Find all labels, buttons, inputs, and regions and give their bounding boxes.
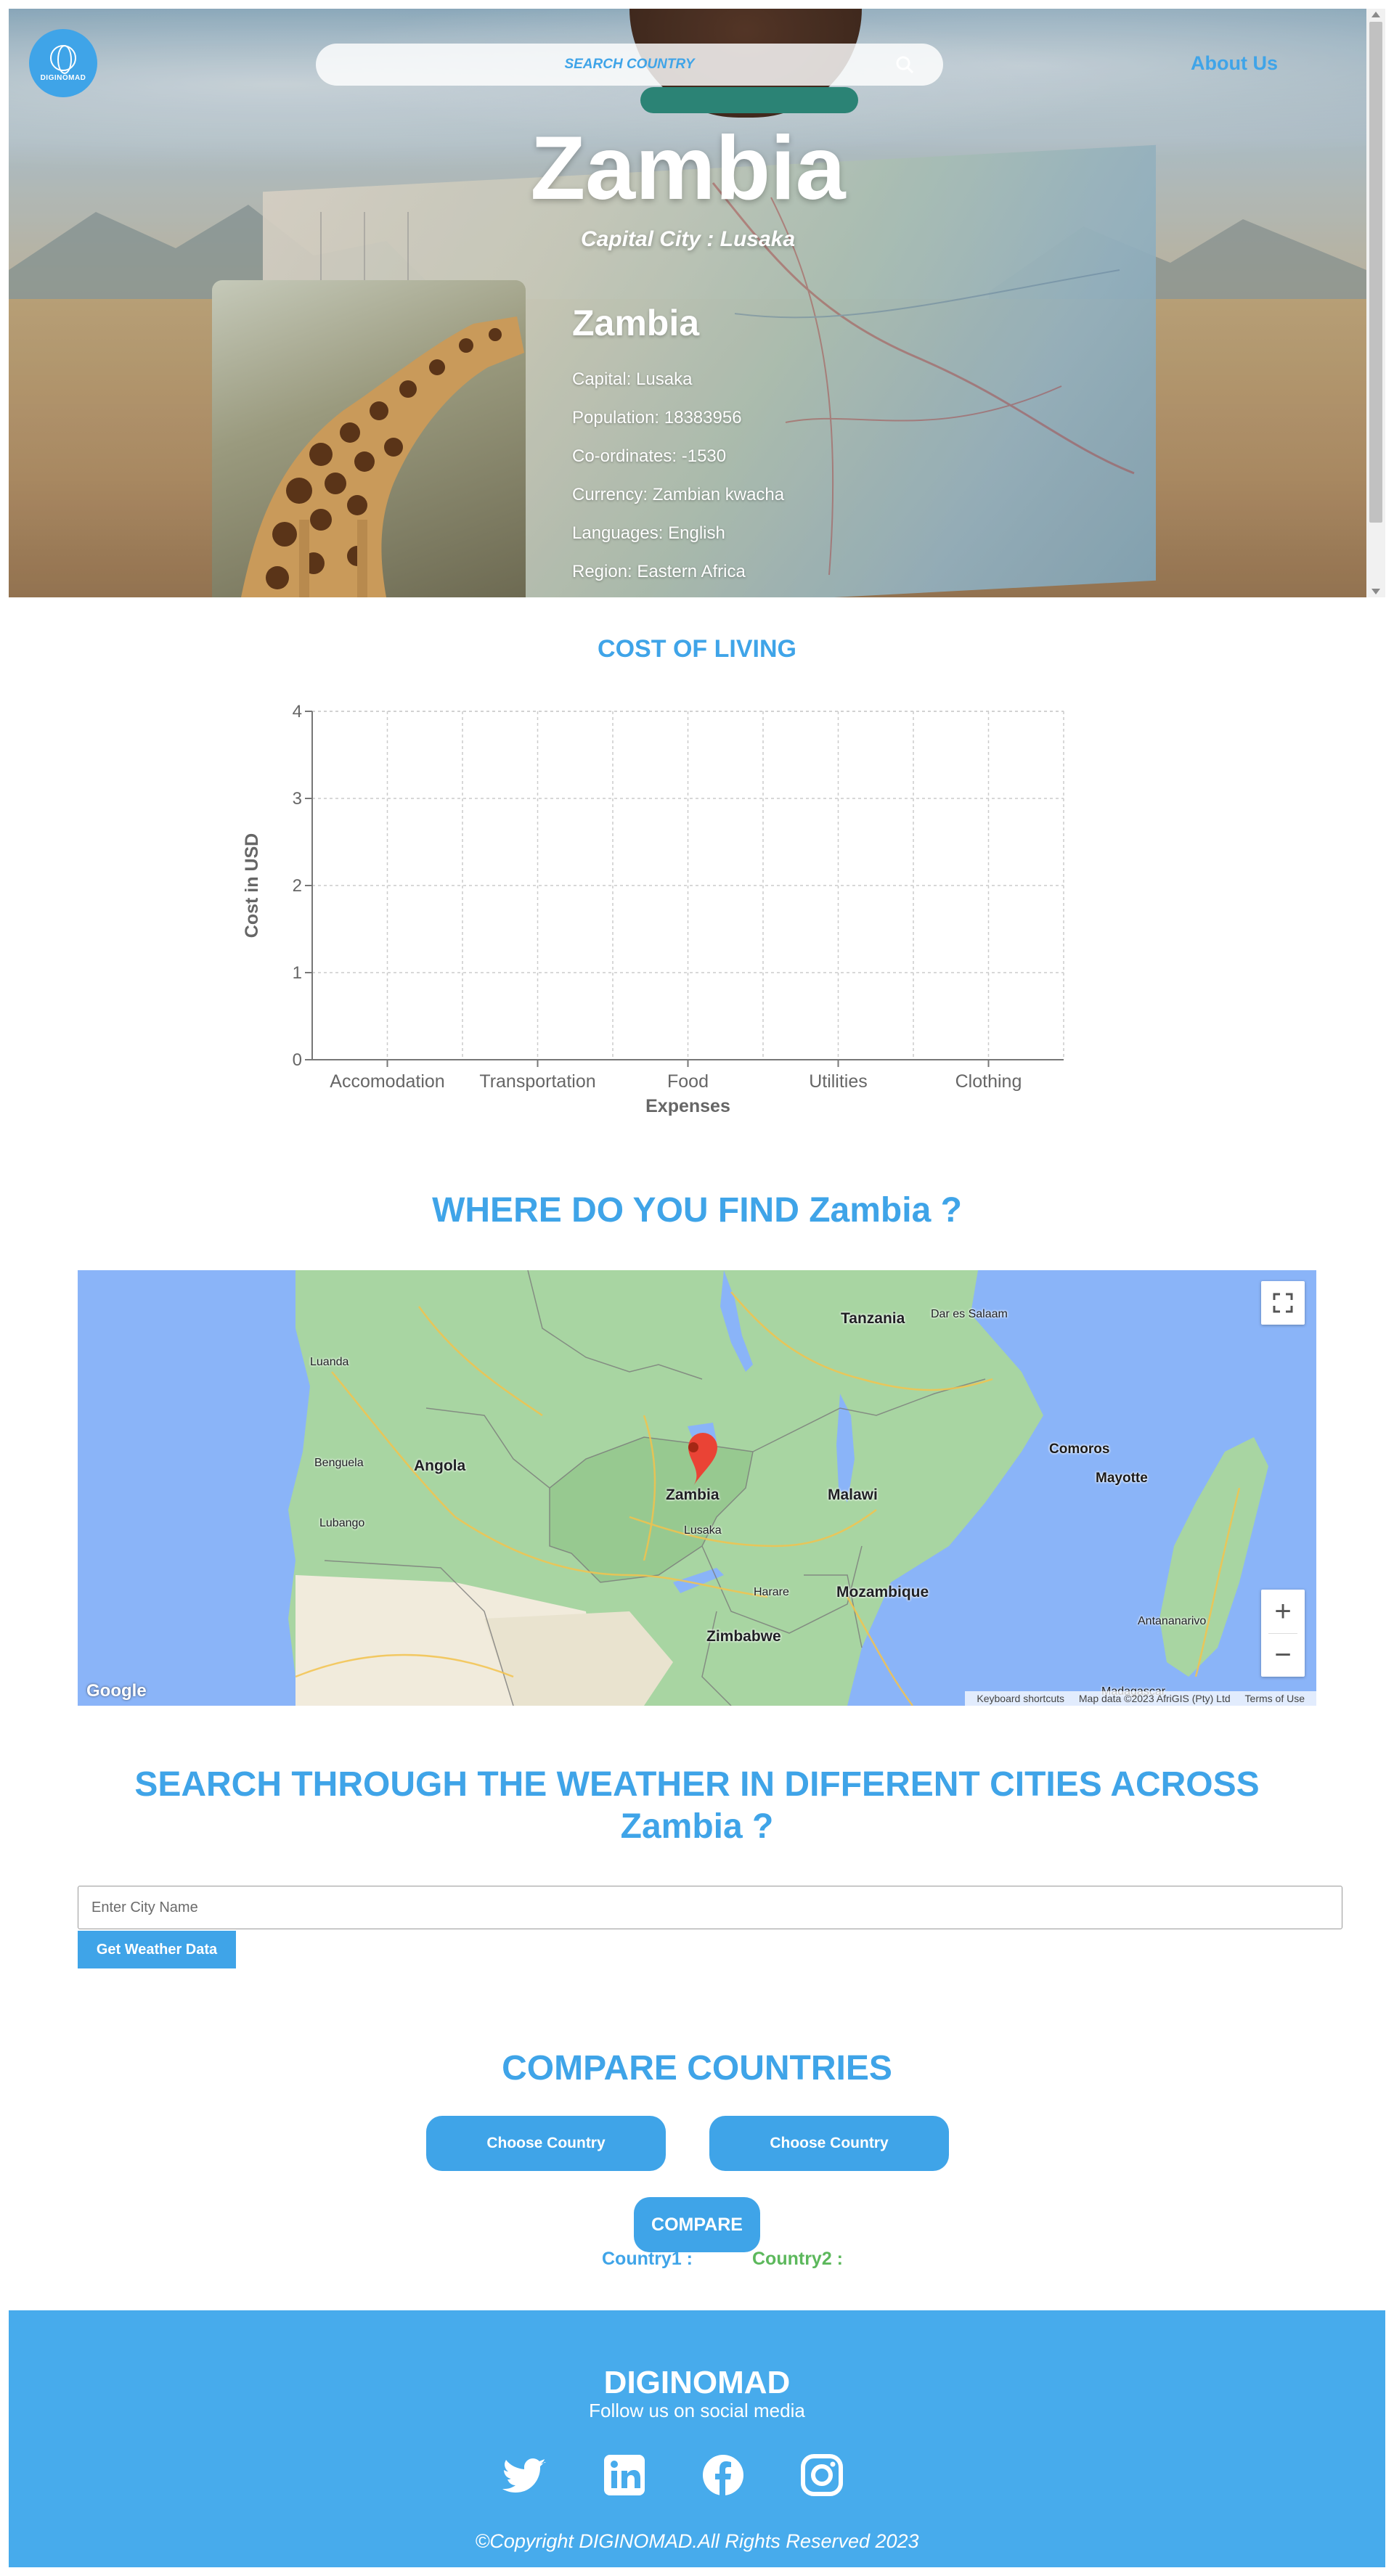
country-title: Zambia xyxy=(530,118,846,218)
map-label-benguela: Benguela xyxy=(314,1457,364,1469)
map-label-antananarivo: Antananarivo xyxy=(1138,1615,1207,1627)
copyright-text: ©Copyright DIGINOMAD.All Rights Reserved… xyxy=(475,2530,919,2552)
footer: DIGINOMAD Follow us on social media ©Cop… xyxy=(9,2310,1385,2567)
info-currency: Currency: Zambian kwacha xyxy=(572,485,785,504)
map-data-text: Map data ©2023 AfriGIS (Pty) Ltd xyxy=(1078,1693,1231,1704)
search-country-input[interactable] xyxy=(375,57,884,73)
scroll-up-icon[interactable] xyxy=(1371,12,1380,17)
facebook-icon[interactable] xyxy=(700,2452,746,2498)
y-tick-label: 3 xyxy=(293,789,302,809)
logo-text: DIGINOMAD xyxy=(40,73,86,82)
scroll-down-icon[interactable] xyxy=(1371,589,1380,594)
map-label-mozambique: Mozambique xyxy=(836,1584,929,1600)
cost-of-living-chart: 0 1 2 3 4 Accomodation Transportation Food Utili… xyxy=(232,690,1104,1125)
weather-heading: SEARCH THROUGH THE WEATHER IN DIFFERENT … xyxy=(134,1765,1260,1846)
map-label-malawi: Malawi xyxy=(828,1487,878,1503)
info-capital: Capital: Lusaka xyxy=(572,369,693,389)
footer-brand: DIGINOMAD xyxy=(603,2365,791,2400)
google-map[interactable]: Tanzania Dar es Salaam Luanda Benguela A… xyxy=(78,1270,1316,1706)
about-us-link[interactable]: About Us xyxy=(1191,52,1278,75)
info-population: Population: 18383956 xyxy=(572,408,742,428)
map-label-zimbabwe: Zimbabwe xyxy=(706,1628,781,1645)
country-info-card: Zambia Capital: Lusaka Population: 18383… xyxy=(212,280,1092,597)
x-tick-label: Clothing xyxy=(955,1071,1022,1092)
map-label-comoros: Comoros xyxy=(1049,1442,1110,1457)
country1-label: Country1 : xyxy=(602,2249,693,2269)
info-country-name: Zambia xyxy=(572,303,700,343)
map-label-luanda: Luanda xyxy=(310,1356,349,1368)
linkedin-icon[interactable] xyxy=(601,2452,648,2498)
x-axis-label: Expenses xyxy=(645,1096,730,1116)
google-logo: Google xyxy=(86,1681,147,1701)
twitter-icon[interactable] xyxy=(502,2452,549,2498)
x-tick-label: Transportation xyxy=(479,1071,595,1092)
giraffe-photo xyxy=(212,280,526,597)
cost-chart-svg: 0 1 2 3 4 Accomodation Transportation Food Utili… xyxy=(242,702,1064,1116)
hero-scrollbar[interactable] xyxy=(1366,9,1385,597)
map-label-harare: Harare xyxy=(754,1586,789,1598)
globe-icon xyxy=(50,44,76,74)
logo[interactable]: DIGINOMAD xyxy=(29,29,97,97)
country2-label: Country2 : xyxy=(752,2249,843,2269)
map-attribution: Keyboard shortcuts Map data ©2023 AfriGI… xyxy=(965,1691,1316,1706)
map-label-mayotte: Mayotte xyxy=(1096,1471,1148,1486)
keyboard-shortcuts-link[interactable]: Keyboard shortcuts xyxy=(977,1693,1064,1704)
fullscreen-icon xyxy=(1273,1293,1293,1313)
cost-of-living-heading: COST OF LIVING xyxy=(598,635,796,663)
y-tick-label: 4 xyxy=(293,702,302,721)
map-label-dar-es-salaam: Dar es Salaam xyxy=(931,1308,1008,1320)
map-label-zambia: Zambia xyxy=(666,1487,720,1503)
y-axis-label: Cost in USD xyxy=(242,833,262,938)
terms-of-use-link[interactable]: Terms of Use xyxy=(1245,1693,1305,1704)
zoom-out-button[interactable]: − xyxy=(1261,1633,1305,1677)
search-bar xyxy=(316,44,943,86)
instagram-icon[interactable] xyxy=(799,2452,845,2498)
info-coordinates: Co-ordinates: -1530 xyxy=(572,446,727,466)
map-label-lusaka: Lusaka xyxy=(684,1524,722,1537)
fullscreen-button[interactable] xyxy=(1261,1281,1305,1325)
map-label-angola: Angola xyxy=(414,1457,466,1474)
footer-follow-text: Follow us on social media xyxy=(589,2400,805,2421)
giraffe-image xyxy=(241,316,524,597)
y-tick-label: 1 xyxy=(293,963,302,983)
y-tick-label: 0 xyxy=(293,1050,302,1070)
scrollbar-thumb[interactable] xyxy=(1369,22,1382,523)
info-panel: Zambia Capital: Lusaka Population: 18383… xyxy=(526,280,1092,597)
zoom-controls: + − xyxy=(1261,1590,1305,1677)
choose-country-2-button[interactable]: Choose Country xyxy=(709,2116,949,2171)
compare-button[interactable]: COMPARE xyxy=(634,2197,760,2252)
x-tick-label: Accomodation xyxy=(330,1071,444,1092)
get-weather-button[interactable]: Get Weather Data xyxy=(78,1931,236,1968)
info-languages: Languages: English xyxy=(572,523,725,543)
info-region: Region: Eastern Africa xyxy=(572,562,746,581)
choose-country-1-button[interactable]: Choose Country xyxy=(426,2116,666,2171)
city-name-input[interactable] xyxy=(78,1886,1342,1929)
capital-subtitle: Capital City : Lusaka xyxy=(580,227,796,251)
x-tick-label: Food xyxy=(667,1071,709,1092)
x-tick-label: Utilities xyxy=(809,1071,868,1092)
search-icon[interactable] xyxy=(895,55,914,74)
map-label-tanzania: Tanzania xyxy=(841,1310,905,1327)
compare-heading: COMPARE COUNTRIES xyxy=(502,2049,892,2088)
map-label-lubango: Lubango xyxy=(319,1517,365,1529)
map-heading: WHERE DO YOU FIND Zambia ? xyxy=(432,1191,962,1230)
zoom-in-button[interactable]: + xyxy=(1261,1590,1305,1633)
y-tick-label: 2 xyxy=(293,876,302,896)
